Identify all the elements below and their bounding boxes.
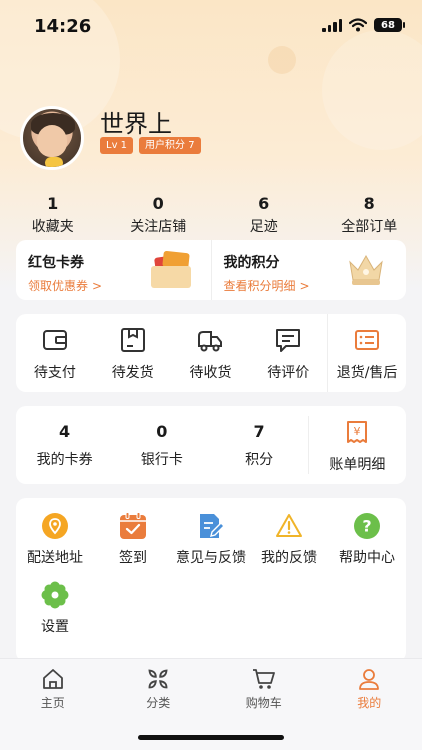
return-list-icon xyxy=(355,330,380,350)
red-envelope-illustration-icon xyxy=(149,248,193,290)
stat-label: 足迹 xyxy=(249,219,278,235)
tools-card: 配送地址 签到 意见与反馈 我的反馈 ? 帮助中心 设置 xyxy=(16,498,406,662)
wallet-icon xyxy=(42,330,67,350)
stat-label: 关注店铺 xyxy=(130,219,187,235)
stat-value: 6 xyxy=(258,194,270,213)
order-pending-payment[interactable]: 待支付 xyxy=(16,314,94,392)
order-pending-shipment[interactable]: 待发货 xyxy=(94,314,172,392)
stat-label: 收藏夹 xyxy=(31,219,74,235)
asset-label: 银行卡 xyxy=(140,452,183,468)
status-bar: 14:26 68 xyxy=(0,0,422,54)
stat-label: 全部订单 xyxy=(341,219,398,235)
stat-footprints[interactable]: 6 足迹 xyxy=(211,194,317,236)
asset-label: 积分 xyxy=(245,452,274,468)
tool-label: 签到 xyxy=(119,550,147,566)
username: 世界上 xyxy=(100,110,172,138)
svg-text:?: ? xyxy=(362,517,371,536)
asset-value: 7 xyxy=(253,422,265,441)
calendar-check-icon xyxy=(120,512,146,539)
chevron-right-icon: > xyxy=(299,279,310,293)
tab-label: 主页 xyxy=(40,696,65,710)
tab-label: 分类 xyxy=(146,696,171,710)
feedback-doc-icon xyxy=(200,514,225,538)
orders-card: 待支付 待发货 待收货 待评价 退货/售后 xyxy=(16,314,406,392)
category-icon xyxy=(148,669,168,689)
chevron-right-icon: > xyxy=(92,279,103,293)
order-label: 待支付 xyxy=(33,365,76,381)
asset-bank-cards[interactable]: 0 银行卡 xyxy=(113,406,210,484)
crown-illustration-icon xyxy=(349,254,383,285)
stats-row: 1 收藏夹 0 关注店铺 6 足迹 8 全部订单 xyxy=(0,194,422,236)
order-pending-review[interactable]: 待评价 xyxy=(249,314,327,392)
order-label: 待评价 xyxy=(267,365,310,381)
points-detail-label: 查看积分明细 xyxy=(223,279,296,293)
level-tag: Lv 1 xyxy=(100,137,134,154)
tool-label: 配送地址 xyxy=(27,550,83,566)
tool-label: 意见与反馈 xyxy=(176,550,246,566)
order-label: 退货/售后 xyxy=(336,365,398,381)
order-label: 待收货 xyxy=(189,365,232,381)
tab-mine[interactable]: 我的 xyxy=(317,659,422,750)
stat-followed-shops[interactable]: 0 关注店铺 xyxy=(106,194,212,236)
profile-tags: Lv 1 用户积分 7 xyxy=(100,137,201,154)
asset-coupons[interactable]: 4 我的卡券 xyxy=(16,406,113,484)
asset-points[interactable]: 7 积分 xyxy=(211,406,308,484)
asset-value: 0 xyxy=(156,422,168,441)
tool-label: 帮助中心 xyxy=(339,550,395,566)
coupon-points-card: 红包卡券 领取优惠券 > 我的积分 查看积分明细 > xyxy=(16,240,406,300)
order-label: 待发货 xyxy=(111,365,154,381)
assets-card: 4 我的卡券 0 银行卡 7 积分 ¥ 账单明细 xyxy=(16,406,406,484)
tool-feedback[interactable]: 意见与反馈 xyxy=(172,498,250,567)
warning-icon xyxy=(276,514,302,537)
tab-home[interactable]: 主页 xyxy=(0,659,106,750)
stat-value: 1 xyxy=(47,194,59,213)
get-coupons-label: 领取优惠券 xyxy=(28,279,89,293)
bill-label: 账单明细 xyxy=(329,457,386,473)
help-icon: ? xyxy=(354,513,380,539)
tool-help-center[interactable]: ? 帮助中心 xyxy=(328,498,406,567)
svg-text:¥: ¥ xyxy=(354,425,361,438)
coupon-section[interactable]: 红包卡券 领取优惠券 > xyxy=(16,240,211,300)
tool-check-in[interactable]: 签到 xyxy=(94,498,172,567)
stat-favorites[interactable]: 1 收藏夹 xyxy=(0,194,106,236)
status-icons: 68 xyxy=(322,18,405,32)
asset-label: 我的卡券 xyxy=(36,452,93,468)
home-indicator xyxy=(138,735,284,740)
profile-header[interactable]: 世界上 Lv 1 用户积分 7 xyxy=(20,106,410,172)
asset-value: 4 xyxy=(59,422,71,441)
location-pin-icon xyxy=(42,513,68,539)
tab-label: 购物车 xyxy=(245,696,282,710)
cart-icon xyxy=(252,669,275,689)
tool-my-feedback[interactable]: 我的反馈 xyxy=(250,498,328,567)
yen-bill-icon: ¥ xyxy=(347,421,368,443)
battery-icon: 68 xyxy=(374,18,405,32)
tool-label: 我的反馈 xyxy=(261,550,317,566)
stat-value: 8 xyxy=(363,194,375,213)
stat-all-orders[interactable]: 8 全部订单 xyxy=(317,194,422,236)
comment-icon xyxy=(276,329,301,352)
wifi-icon xyxy=(349,18,367,32)
home-icon xyxy=(42,669,63,689)
tab-label: 我的 xyxy=(357,696,382,710)
avatar[interactable] xyxy=(20,106,84,170)
points-tag: 用户积分 7 xyxy=(139,137,201,154)
package-icon xyxy=(120,328,145,352)
settings-gear-icon xyxy=(41,581,69,609)
tool-label: 设置 xyxy=(41,619,69,635)
tool-delivery-address[interactable]: 配送地址 xyxy=(16,498,94,567)
order-pending-receipt[interactable]: 待收货 xyxy=(172,314,250,392)
tool-settings[interactable]: 设置 xyxy=(16,567,94,636)
truck-icon xyxy=(198,331,223,352)
status-time: 14:26 xyxy=(34,16,92,37)
user-icon xyxy=(359,669,380,690)
tools-row-1: 配送地址 签到 意见与反馈 我的反馈 ? 帮助中心 xyxy=(16,498,406,567)
tools-row-2: 设置 xyxy=(16,567,406,636)
stat-value: 0 xyxy=(152,194,164,213)
points-section[interactable]: 我的积分 查看积分明细 > xyxy=(210,240,407,300)
order-returns[interactable]: 退货/售后 xyxy=(327,314,406,392)
bill-details[interactable]: ¥ 账单明细 xyxy=(307,416,406,474)
signal-icon xyxy=(322,18,342,32)
